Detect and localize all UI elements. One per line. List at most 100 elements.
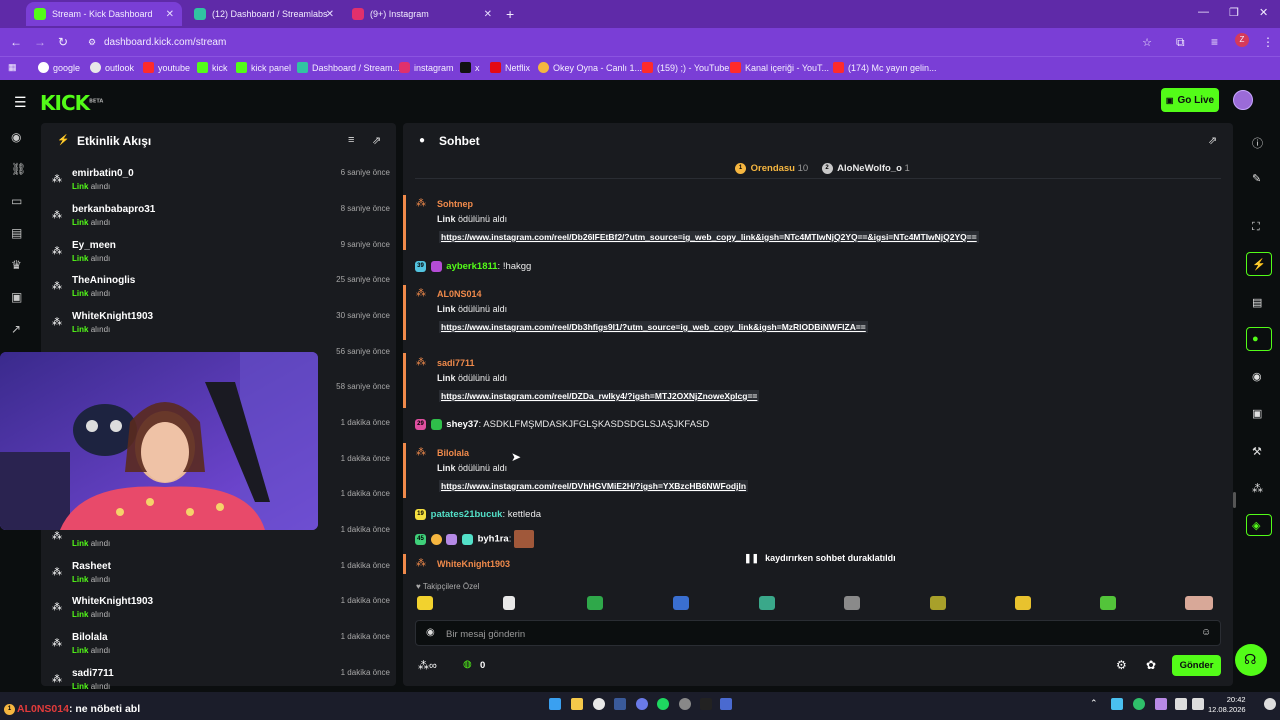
notes-icon[interactable]: ▤ bbox=[1252, 296, 1262, 309]
broadcast-tool-icon[interactable]: ◉ bbox=[1252, 370, 1262, 383]
close-window-icon[interactable]: ✕ bbox=[1259, 6, 1268, 19]
emote[interactable] bbox=[844, 596, 860, 610]
chat-paused-notice[interactable]: ❚❚ kaydırırken sohbet duraklatıldı bbox=[744, 553, 896, 564]
discord-icon[interactable] bbox=[636, 698, 648, 710]
activity-item[interactable]: ⁂ Rasheet Link alındı 1 dakika önce bbox=[52, 561, 390, 595]
bookmark-x[interactable]: x bbox=[460, 62, 480, 73]
chat-tool-active[interactable] bbox=[1246, 327, 1272, 351]
emote[interactable] bbox=[759, 596, 775, 610]
tab-instagram[interactable]: (9+) Instagram ✕ bbox=[344, 2, 500, 26]
wrench-icon[interactable]: ⚒ bbox=[1252, 445, 1262, 458]
tray-steam-icon[interactable] bbox=[1111, 698, 1123, 710]
close-tab-icon[interactable]: ✕ bbox=[326, 9, 334, 20]
chat-moderation-icon[interactable]: ✿ bbox=[1146, 658, 1156, 672]
bookmark-instagram[interactable]: instagram bbox=[399, 62, 454, 73]
spotify-icon[interactable] bbox=[657, 698, 669, 710]
bookmark-okey[interactable]: Okey Oyna - Canlı 1... bbox=[538, 62, 642, 73]
start-icon[interactable] bbox=[549, 698, 561, 710]
apps-grid-icon[interactable]: ▦ bbox=[8, 62, 17, 73]
redeem-user[interactable]: AL0NS014 bbox=[437, 289, 482, 299]
activity-item[interactable]: ⁂ WhiteKnight1903 Link alındı 30 saniye önc… bbox=[52, 311, 390, 345]
popout-icon[interactable]: ⇗ bbox=[372, 134, 381, 147]
close-tab-icon[interactable]: ✕ bbox=[166, 9, 174, 20]
redeem-link[interactable]: https://www.instagram.com/reel/DZDa_rwlk… bbox=[439, 390, 760, 402]
hamburger-menu-icon[interactable]: ☰ bbox=[14, 94, 27, 111]
reading-list-icon[interactable]: ≡ bbox=[1211, 35, 1218, 49]
info-icon[interactable]: ⓘ bbox=[1252, 135, 1263, 151]
redeem-user[interactable]: sadi7711 bbox=[437, 358, 475, 368]
url-field[interactable]: ⚙ dashboard.kick.com/stream ☆ bbox=[80, 32, 1160, 52]
printer-icon[interactable]: ▣ bbox=[1252, 407, 1262, 420]
chat-popout-icon[interactable]: ⇗ bbox=[1208, 134, 1217, 147]
redeem-user[interactable]: Sohtnep bbox=[437, 199, 473, 209]
emote[interactable] bbox=[1185, 596, 1213, 610]
chat-username[interactable]: byh1ra bbox=[478, 534, 509, 545]
bookmark-netflix[interactable]: Netflix bbox=[490, 62, 530, 73]
bookmark-mc-yayin[interactable]: (174) Mc yayın gelin... bbox=[833, 62, 937, 73]
steam-icon[interactable] bbox=[614, 698, 626, 710]
bookmark-youtube-159[interactable]: (159) ;) - YouTube bbox=[642, 62, 729, 73]
activity-item[interactable]: ⁂ TheAninoglis Link alındı 25 saniye önce bbox=[52, 275, 390, 309]
chrome-icon[interactable] bbox=[593, 698, 605, 710]
minimize-icon[interactable]: — bbox=[1198, 6, 1209, 18]
chat-scrollbar[interactable] bbox=[1233, 492, 1236, 508]
site-info-icon[interactable]: ⚙ bbox=[88, 37, 96, 48]
forward-icon[interactable]: → bbox=[34, 35, 46, 49]
gifter-name[interactable]: Orendasu bbox=[751, 163, 795, 174]
user-avatar[interactable] bbox=[1233, 90, 1253, 110]
bookmark-kick[interactable]: kick bbox=[197, 62, 228, 73]
redeem-link[interactable]: https://www.instagram.com/reel/DVhHGVMiE… bbox=[439, 480, 749, 492]
emoji-picker-icon[interactable]: ☺ bbox=[1201, 627, 1211, 638]
bookmark-outlook[interactable]: outlook bbox=[90, 62, 134, 73]
points-tool-icon[interactable]: ⁂ bbox=[1252, 482, 1263, 495]
maximize-icon[interactable]: ❐ bbox=[1229, 6, 1239, 19]
browser-menu-icon[interactable]: ⋮ bbox=[1262, 35, 1274, 49]
focus-icon[interactable]: ⛶ bbox=[1252, 221, 1260, 234]
window-icon[interactable]: ▭ bbox=[11, 194, 22, 208]
edit-icon[interactable]: ✎ bbox=[1252, 172, 1261, 185]
monitor-icon[interactable] bbox=[1175, 698, 1187, 710]
emote[interactable] bbox=[930, 596, 946, 610]
tray-app-icon[interactable] bbox=[1133, 698, 1145, 710]
close-tab-icon[interactable]: ✕ bbox=[484, 9, 492, 20]
steam-active-icon[interactable] bbox=[720, 698, 732, 710]
emote[interactable] bbox=[673, 596, 689, 610]
extensions-icon[interactable]: ⧉ bbox=[1176, 35, 1185, 50]
tab-kick-dashboard[interactable]: Stream - Kick Dashboard ✕ bbox=[26, 2, 182, 26]
chat-username[interactable]: ayberk1811 bbox=[446, 261, 497, 272]
channel-points-icon[interactable]: ⁂∞ bbox=[418, 659, 437, 672]
activity-item[interactable]: ⁂ berkanbabapro31 Link alındı 8 saniye önce bbox=[52, 204, 390, 238]
redeem-link[interactable]: https://www.instagram.com/reel/Db3hfigs9… bbox=[439, 321, 868, 333]
chart-trend-icon[interactable]: ↗ bbox=[11, 322, 21, 336]
stream-broadcast-icon[interactable]: ◉ bbox=[11, 130, 21, 144]
chat-username[interactable]: shey37 bbox=[446, 419, 478, 430]
bookmark-kanal-icerigi[interactable]: Kanal içeriği - YouT... bbox=[730, 62, 829, 73]
redeem-user[interactable]: Bilolala bbox=[437, 448, 469, 458]
new-tab-button[interactable]: + bbox=[506, 6, 514, 22]
file-explorer-icon[interactable] bbox=[571, 698, 583, 710]
filter-icon[interactable]: ≡ bbox=[348, 134, 354, 146]
gifter-name[interactable]: AloNeWolfo_o bbox=[837, 163, 902, 174]
go-live-button[interactable]: ▣ Go Live bbox=[1161, 88, 1219, 112]
notifications-icon[interactable] bbox=[1264, 698, 1276, 710]
emote[interactable] bbox=[1100, 596, 1116, 610]
volume-icon[interactable] bbox=[1192, 698, 1204, 710]
bookmark-kick-panel[interactable]: kick panel bbox=[236, 62, 291, 73]
tab-streamlabs[interactable]: (12) Dashboard / Streamlabs ✕ bbox=[186, 2, 342, 26]
link-icon[interactable]: ⛓ bbox=[11, 162, 26, 176]
activity-item[interactable]: ⁂ Ey_meen Link alındı 9 saniye önce bbox=[52, 240, 390, 274]
bookmark-google[interactable]: google bbox=[38, 62, 80, 73]
emote[interactable] bbox=[417, 596, 433, 610]
microphone-icon[interactable] bbox=[1155, 698, 1167, 710]
reply-icon[interactable]: ◉ bbox=[426, 627, 435, 638]
emote[interactable] bbox=[587, 596, 603, 610]
redeem-link[interactable]: https://www.instagram.com/reel/Db26IFEtB… bbox=[439, 231, 979, 243]
chat-settings-icon[interactable]: ⚙ bbox=[1116, 658, 1127, 672]
kick-logo[interactable]: KICKBETA bbox=[40, 91, 103, 115]
redeem-user[interactable]: WhiteKnight1903 bbox=[437, 559, 510, 569]
activity-item[interactable]: ⁂ Link alındı 1 dakika önce bbox=[52, 525, 390, 559]
chat-message-input[interactable] bbox=[446, 625, 1166, 643]
bookmark-streamlabs[interactable]: Dashboard / Stream... bbox=[297, 62, 400, 73]
back-icon[interactable]: ← bbox=[10, 35, 22, 49]
activity-item[interactable]: ⁂ Bilolala Link alındı 1 dakika önce bbox=[52, 632, 390, 666]
